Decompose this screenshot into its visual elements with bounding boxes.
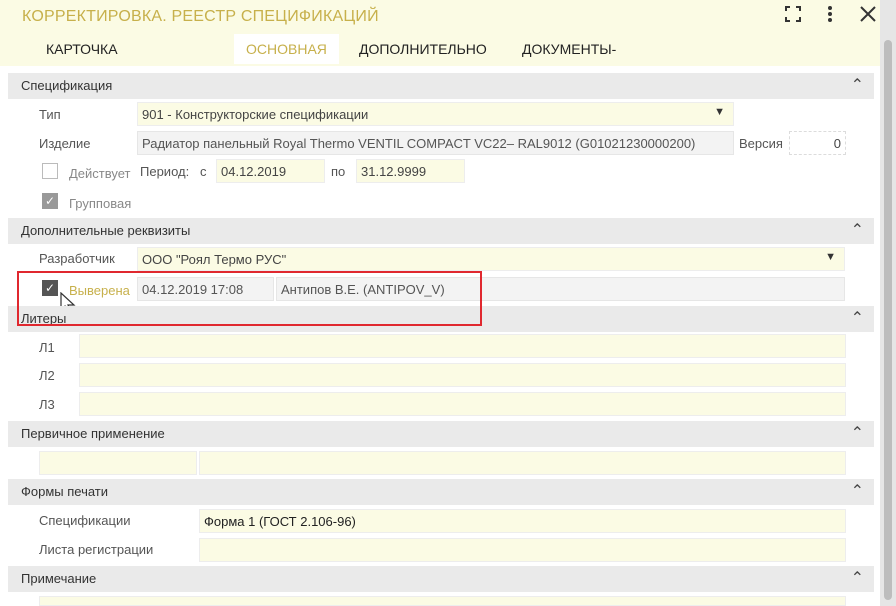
section-spec-title: Спецификация [21, 78, 113, 93]
primary-code-field[interactable] [39, 451, 197, 475]
print-reg-field[interactable] [199, 538, 846, 562]
section-extra-title: Дополнительные реквизиты [21, 223, 191, 238]
l2-field[interactable] [79, 363, 846, 387]
chevron-up-icon[interactable]: ⌃ [851, 568, 864, 588]
scrollbar-thumb[interactable] [884, 40, 892, 600]
print-reg-label: Листа регистрации [39, 542, 154, 557]
section-primary-header[interactable]: Первичное применение ⌃ [8, 421, 874, 447]
l3-field[interactable] [79, 392, 846, 416]
l1-label: Л1 [39, 340, 55, 355]
print-spec-label: Спецификации [39, 513, 131, 528]
tab-document-card[interactable]: КАРТОЧКА ДОКУМЕНТА [46, 34, 132, 87]
period-label: Период: [140, 164, 190, 179]
developer-value: ООО "Роял Термо РУС" [142, 252, 287, 267]
chevron-up-icon[interactable]: ⌃ [851, 423, 864, 443]
print-spec-field[interactable]: Форма 1 (ГОСТ 2.106-96) [199, 509, 846, 533]
document-window: КОРРЕКТИРОВКА. РЕЕСТР СПЕЦИФИКАЦИЙ КАРТО… [0, 0, 880, 606]
l2-label: Л2 [39, 368, 55, 383]
title-bar: КОРРЕКТИРОВКА. РЕЕСТР СПЕЦИФИКАЦИЙ КАРТО… [0, 0, 880, 87]
note-field[interactable] [39, 596, 846, 606]
section-note-title: Примечание [21, 571, 97, 586]
type-label: Тип [39, 107, 61, 122]
chevron-up-icon[interactable]: ⌃ [851, 481, 864, 501]
chevron-up-icon[interactable]: ⌃ [851, 308, 864, 328]
period-from-label: с [200, 164, 207, 179]
section-note-header[interactable]: Примечание ⌃ [8, 566, 874, 592]
highlight-frame [17, 271, 482, 326]
scrollbar[interactable] [880, 0, 896, 606]
primary-name-field[interactable] [199, 451, 846, 475]
close-icon[interactable] [858, 4, 878, 30]
period-to-label: по [331, 164, 346, 179]
tab-base-documents[interactable]: ДОКУМЕНТЫ-ОСНОВАНИЯ [522, 34, 616, 87]
group-label: Групповая [69, 196, 132, 211]
chevron-up-icon[interactable]: ⌃ [851, 75, 864, 95]
dropdown-arrow-icon[interactable]: ▼ [714, 106, 725, 118]
item-label: Изделие [39, 136, 91, 151]
fullscreen-icon[interactable] [783, 4, 803, 30]
version-field[interactable]: 0 [789, 131, 846, 155]
version-label: Версия [739, 136, 783, 151]
l3-label: Л3 [39, 397, 55, 412]
form-content: Спецификация ⌃ Тип 901 - Конструкторские… [0, 66, 880, 606]
active-label: Действует [69, 166, 131, 181]
tab-additional[interactable]: ДОПОЛНИТЕЛЬНО [359, 34, 487, 64]
item-field[interactable]: Радиатор панельный Royal Thermo VENTIL C… [137, 131, 734, 155]
tab-main[interactable]: ОСНОВНАЯ [234, 34, 339, 64]
section-extra-header[interactable]: Дополнительные реквизиты ⌃ [8, 218, 874, 244]
period-from-field[interactable]: 04.12.2019 [216, 159, 325, 183]
chevron-up-icon[interactable]: ⌃ [851, 220, 864, 240]
section-print-header[interactable]: Формы печати ⌃ [8, 479, 874, 505]
period-to-field[interactable]: 31.12.9999 [356, 159, 465, 183]
developer-select[interactable]: ООО "Роял Термо РУС" ▼ [137, 247, 845, 271]
group-checkbox[interactable]: ✓ [42, 193, 58, 209]
window-title: КОРРЕКТИРОВКА. РЕЕСТР СПЕЦИФИКАЦИЙ [22, 8, 379, 25]
l1-field[interactable] [79, 334, 846, 358]
type-value: 901 - Конструкторские спецификации [142, 107, 369, 122]
type-select[interactable]: 901 - Конструкторские спецификации ▼ [137, 102, 734, 126]
more-vert-icon[interactable] [825, 4, 835, 30]
developer-label: Разработчик [39, 251, 115, 266]
section-print-title: Формы печати [21, 484, 109, 499]
section-spec-header[interactable]: Спецификация ⌃ [8, 73, 874, 99]
dropdown-arrow-icon[interactable]: ▼ [825, 251, 836, 263]
active-checkbox[interactable] [42, 163, 58, 179]
section-primary-title: Первичное применение [21, 426, 165, 441]
